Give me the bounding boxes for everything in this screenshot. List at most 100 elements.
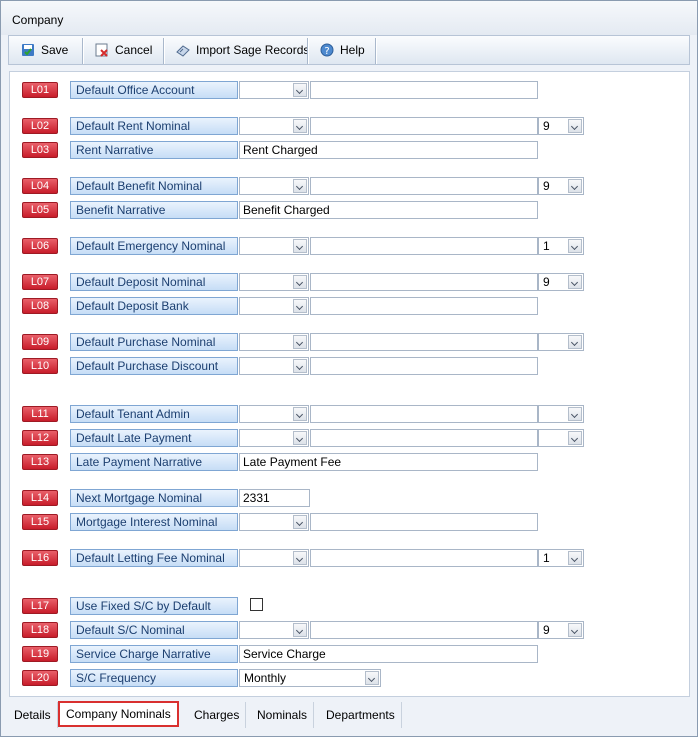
rent-narrative-input[interactable]: Rent Charged xyxy=(239,141,538,159)
default-late-payment-dept-combo[interactable] xyxy=(538,429,584,447)
chevron-down-icon[interactable] xyxy=(568,551,582,565)
default-purchase-nominal-combo[interactable] xyxy=(239,333,309,351)
default-letting-fee-nominal-combo[interactable] xyxy=(239,549,309,567)
default-deposit-nominal-dept-combo[interactable]: 9 xyxy=(538,273,584,291)
sc-frequency-label: S/C Frequency xyxy=(70,669,238,687)
default-deposit-nominal-label: Default Deposit Nominal xyxy=(70,273,238,291)
title-bar: Company xyxy=(1,1,697,35)
chevron-down-icon[interactable] xyxy=(568,623,582,637)
default-letting-fee-nominal-dept-combo[interactable]: 1 xyxy=(538,549,584,567)
row-code-l13: L13 xyxy=(22,454,58,470)
default-purchase-nominal-description xyxy=(310,333,538,351)
help-button[interactable]: ? Help xyxy=(314,36,371,64)
chevron-down-icon[interactable] xyxy=(293,515,307,529)
chevron-down-icon[interactable] xyxy=(293,239,307,253)
benefit-narrative-label: Benefit Narrative xyxy=(70,201,238,219)
save-button[interactable]: Save xyxy=(15,36,74,64)
import-sage-records-button[interactable]: Import Sage Records xyxy=(170,36,315,64)
default-rent-nominal-combo[interactable] xyxy=(239,117,309,135)
default-letting-fee-nominal-label: Default Letting Fee Nominal xyxy=(70,549,238,567)
chevron-down-icon[interactable] xyxy=(293,299,307,313)
tab-company-nominals[interactable]: Company Nominals xyxy=(58,701,179,727)
default-purchase-nominal-dept-combo[interactable] xyxy=(538,333,584,351)
cancel-button[interactable]: Cancel xyxy=(89,36,158,64)
late-payment-narrative-label: Late Payment Narrative xyxy=(70,453,238,471)
chevron-down-icon[interactable] xyxy=(293,83,307,97)
default-purchase-nominal-label: Default Purchase Nominal xyxy=(70,333,238,351)
service-charge-narrative-input[interactable]: Service Charge xyxy=(239,645,538,663)
tab-nominals[interactable]: Nominals xyxy=(251,702,315,728)
chevron-down-icon[interactable] xyxy=(293,431,307,445)
company-nominals-panel: L01 Default Office Account L02 Default R… xyxy=(9,71,690,697)
chevron-down-icon[interactable] xyxy=(293,179,307,193)
late-payment-narrative-input[interactable]: Late Payment Fee xyxy=(239,453,538,471)
default-sc-nominal-label: Default S/C Nominal xyxy=(70,621,238,639)
sc-frequency-select[interactable]: Monthly xyxy=(239,669,381,687)
help-label: Help xyxy=(340,43,365,57)
chevron-down-icon[interactable] xyxy=(293,119,307,133)
next-mortgage-nominal-input[interactable]: 2331 xyxy=(239,489,310,507)
help-icon: ? xyxy=(320,43,334,57)
default-emergency-nominal-dept-combo[interactable]: 1 xyxy=(538,237,584,255)
default-letting-fee-nominal-description xyxy=(310,549,538,567)
benefit-narrative-input[interactable]: Benefit Charged xyxy=(239,201,538,219)
chevron-down-icon[interactable] xyxy=(568,431,582,445)
row-code-l06: L06 xyxy=(22,238,58,254)
default-rent-nominal-label: Default Rent Nominal xyxy=(70,117,238,135)
default-benefit-nominal-description xyxy=(310,177,538,195)
chevron-down-icon[interactable] xyxy=(568,335,582,349)
default-tenant-admin-description xyxy=(310,405,538,423)
default-emergency-nominal-label: Default Emergency Nominal xyxy=(70,237,238,255)
import-label: Import Sage Records xyxy=(196,43,310,57)
chevron-down-icon[interactable] xyxy=(293,335,307,349)
toolbar: Save Cancel Import Sage Records ? Help xyxy=(8,35,690,65)
default-benefit-nominal-dept-combo[interactable]: 9 xyxy=(538,177,584,195)
default-tenant-admin-dept-combo[interactable] xyxy=(538,405,584,423)
row-code-l19: L19 xyxy=(22,646,58,662)
chevron-down-icon[interactable] xyxy=(568,119,582,133)
chevron-down-icon[interactable] xyxy=(293,275,307,289)
default-benefit-nominal-combo[interactable] xyxy=(239,177,309,195)
default-office-account-combo[interactable] xyxy=(239,81,309,99)
row-code-l01: L01 xyxy=(22,82,58,98)
default-sc-nominal-combo[interactable] xyxy=(239,621,309,639)
chevron-down-icon[interactable] xyxy=(293,359,307,373)
chevron-down-icon[interactable] xyxy=(568,407,582,421)
sc-frequency-value: Monthly xyxy=(244,671,287,685)
save-label: Save xyxy=(41,43,69,57)
save-icon xyxy=(21,43,35,57)
default-purchase-discount-combo[interactable] xyxy=(239,357,309,375)
default-rent-nominal-description xyxy=(310,117,538,135)
dept-value: 1 xyxy=(543,551,550,565)
cancel-icon xyxy=(95,43,109,57)
tab-charges[interactable]: Charges xyxy=(188,702,247,728)
default-deposit-nominal-combo[interactable] xyxy=(239,273,309,291)
chevron-down-icon[interactable] xyxy=(365,671,379,685)
dept-value: 9 xyxy=(543,275,550,289)
chevron-down-icon[interactable] xyxy=(568,239,582,253)
chevron-down-icon[interactable] xyxy=(568,179,582,193)
cancel-label: Cancel xyxy=(115,43,153,57)
chevron-down-icon[interactable] xyxy=(293,551,307,565)
toolbar-separator xyxy=(163,38,164,64)
default-tenant-admin-combo[interactable] xyxy=(239,405,309,423)
tab-departments[interactable]: Departments xyxy=(320,702,402,728)
default-deposit-bank-description xyxy=(310,297,538,315)
default-emergency-nominal-combo[interactable] xyxy=(239,237,309,255)
default-sc-nominal-dept-combo[interactable]: 9 xyxy=(538,621,584,639)
default-tenant-admin-label: Default Tenant Admin xyxy=(70,405,238,423)
default-rent-nominal-dept-combo[interactable]: 9 xyxy=(538,117,584,135)
chevron-down-icon[interactable] xyxy=(568,275,582,289)
default-late-payment-combo[interactable] xyxy=(239,429,309,447)
row-code-l20: L20 xyxy=(22,670,58,686)
company-window: Company Save Cancel Import Sage Records … xyxy=(0,0,698,737)
chevron-down-icon[interactable] xyxy=(293,407,307,421)
use-fixed-sc-checkbox[interactable] xyxy=(250,598,263,611)
default-deposit-bank-combo[interactable] xyxy=(239,297,309,315)
chevron-down-icon[interactable] xyxy=(293,623,307,637)
default-sc-nominal-description xyxy=(310,621,538,639)
row-code-l16: L16 xyxy=(22,550,58,566)
tab-details[interactable]: Details xyxy=(8,702,58,728)
import-icon xyxy=(176,43,190,57)
mortgage-interest-nominal-combo[interactable] xyxy=(239,513,309,531)
